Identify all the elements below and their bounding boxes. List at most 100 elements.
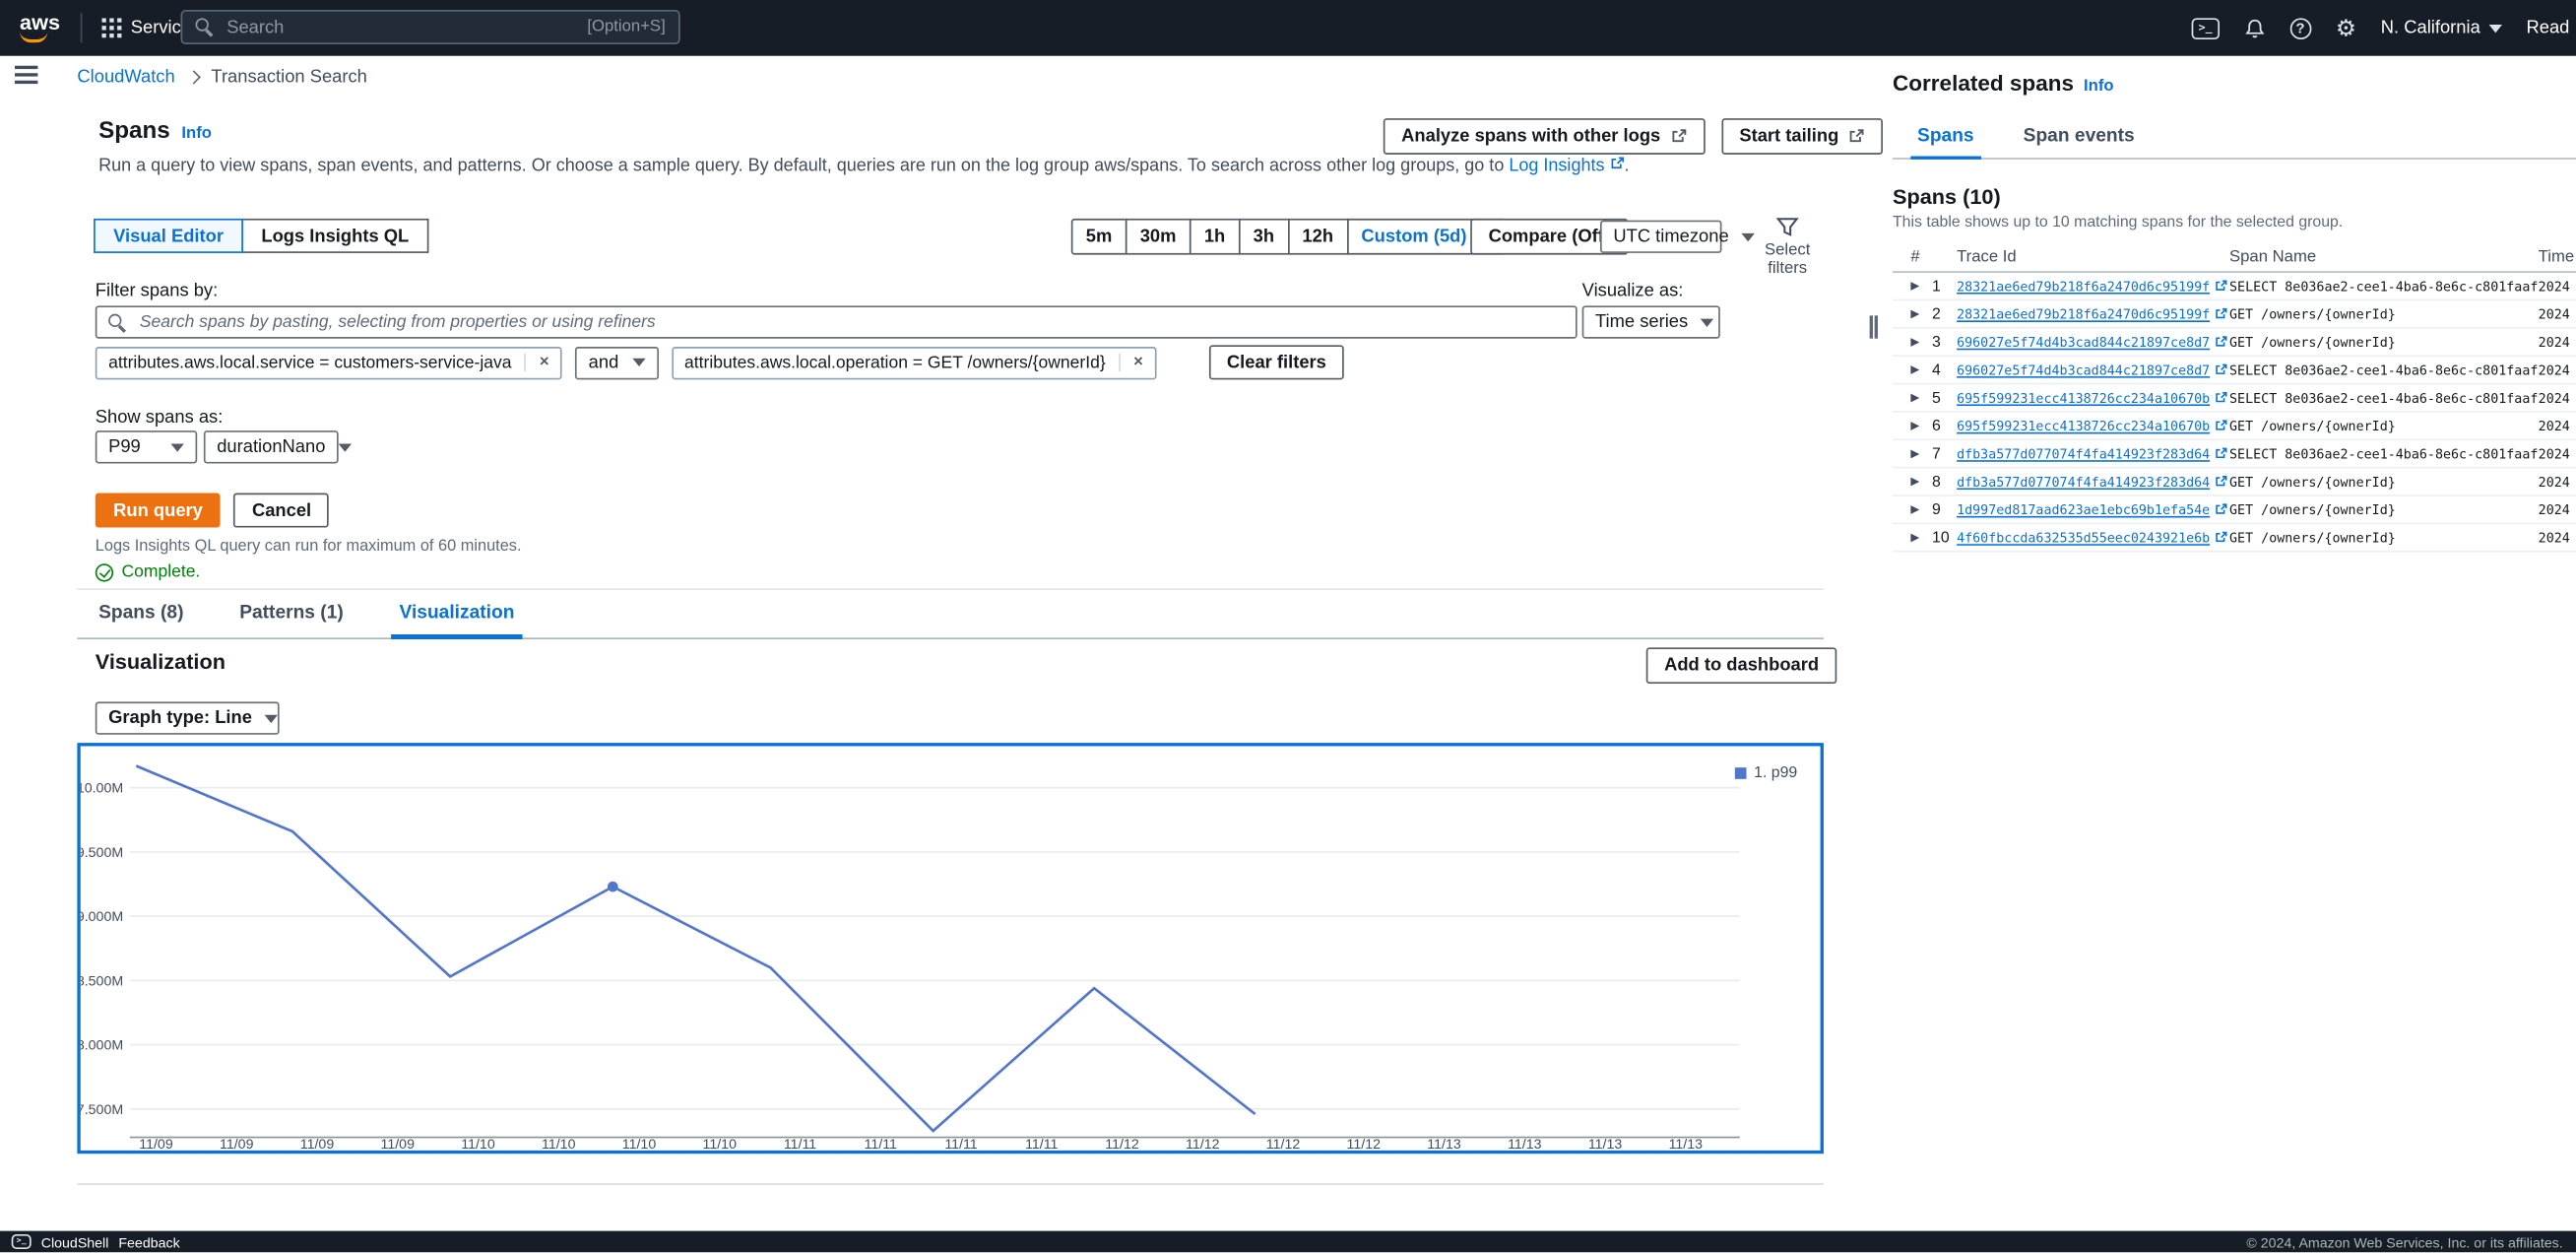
- cloudshell-icon[interactable]: >_: [2192, 18, 2219, 39]
- trace-id-link[interactable]: dfb3a577d077074f4fa414923f283d64: [1957, 446, 2229, 461]
- expand-row-icon[interactable]: ▶: [1910, 335, 1932, 348]
- timezone-select[interactable]: UTC timezone: [1600, 221, 1721, 253]
- cloudshell-icon[interactable]: >_: [12, 1234, 32, 1249]
- feedback-link[interactable]: Feedback: [118, 1233, 179, 1250]
- expand-row-icon[interactable]: ▶: [1910, 363, 1932, 376]
- hamburger-menu-icon[interactable]: [15, 66, 37, 69]
- trace-id-link[interactable]: 28321ae6ed79b218f6a2470d6c95199f: [1957, 306, 2229, 321]
- clear-filters-button[interactable]: Clear filters: [1209, 345, 1345, 379]
- span-name: GET /owners/{ownerId}: [2229, 530, 2539, 545]
- breadcrumb: CloudWatch Transaction Search: [77, 67, 366, 87]
- console-search[interactable]: [Option+S]: [181, 10, 680, 44]
- correlated-spans-header: Correlated spans Info: [1893, 71, 2114, 96]
- correlated-tabs: Spans Span events: [1893, 118, 2576, 160]
- remove-filter-icon[interactable]: ×: [1119, 354, 1143, 371]
- correlated-spans-table: # Trace Id Span Name Time ▶128321ae6ed79…: [1893, 243, 2576, 553]
- trace-id-link[interactable]: 696027e5f74d4b3cad844c21897ce8d7: [1957, 335, 2229, 350]
- external-link-icon: [2215, 363, 2227, 376]
- column-trace-id[interactable]: Trace Id: [1957, 248, 2229, 266]
- svg-text:11/12: 11/12: [1105, 1137, 1139, 1151]
- aws-logo[interactable]: aws: [20, 14, 60, 41]
- account-menu[interactable]: Read: [2527, 18, 2570, 37]
- time-range-5m[interactable]: 5m: [1071, 219, 1127, 255]
- trace-id-link[interactable]: 695f599231ecc4138726cc234a10670b: [1957, 419, 2229, 433]
- chevron-down-icon: [632, 359, 645, 366]
- region-selector[interactable]: N. California: [2381, 18, 2502, 37]
- tab-patterns-1-[interactable]: Patterns (1): [231, 593, 352, 639]
- trace-id-link[interactable]: 4f60fbccda632535d55eec0243921e6b: [1957, 530, 2229, 545]
- notifications-bell-icon[interactable]: [2243, 18, 2265, 39]
- correlated-info-link[interactable]: Info: [2084, 77, 2114, 95]
- header-right-cluster: >_ ? ⚙ N. California Read: [2192, 0, 2576, 56]
- tab-spans-8-[interactable]: Spans (8): [91, 593, 192, 639]
- filter-chips-row: attributes.aws.local.service = customers…: [96, 345, 1344, 379]
- settings-gear-icon[interactable]: ⚙: [2336, 17, 2356, 39]
- help-icon[interactable]: ?: [2289, 18, 2311, 39]
- trace-id-link[interactable]: 696027e5f74d4b3cad844c21897ce8d7: [1957, 363, 2229, 377]
- visualize-as-select[interactable]: Time series: [1582, 305, 1720, 338]
- page-title: Spans: [98, 118, 170, 145]
- divider: [77, 1183, 1824, 1185]
- tab-logs-insights-ql[interactable]: Logs Insights QL: [241, 219, 428, 253]
- trace-id-link[interactable]: 695f599231ecc4138726cc234a10670b: [1957, 390, 2229, 405]
- column-span-name[interactable]: Span Name: [2229, 248, 2539, 266]
- filter-chip-service[interactable]: attributes.aws.local.service = customers…: [96, 346, 562, 378]
- svg-text:11/11: 11/11: [944, 1137, 977, 1151]
- external-link-icon: [2215, 447, 2227, 460]
- field-select[interactable]: durationNano: [204, 430, 339, 463]
- cloudshell-link[interactable]: CloudShell: [41, 1233, 109, 1250]
- filter-operator-select[interactable]: and: [575, 346, 658, 378]
- breadcrumb-current: Transaction Search: [211, 67, 366, 87]
- select-filters-button[interactable]: Select filters: [1755, 216, 1821, 278]
- legend-swatch: [1734, 767, 1746, 779]
- chart-legend[interactable]: 1. p99: [1734, 764, 1797, 782]
- trace-id-link[interactable]: 1d997ed817aad623ae1ebc69b1efa54e: [1957, 502, 2229, 517]
- column-number[interactable]: #: [1910, 248, 1957, 266]
- row-number: 10: [1932, 528, 1957, 546]
- expand-row-icon[interactable]: ▶: [1910, 475, 1932, 488]
- search-input[interactable]: [224, 16, 587, 38]
- svg-text:8.500M: 8.500M: [81, 973, 123, 989]
- filter-spans-input[interactable]: [136, 310, 1564, 333]
- expand-row-icon[interactable]: ▶: [1910, 419, 1932, 431]
- tab-visual-editor[interactable]: Visual Editor: [94, 219, 243, 253]
- expand-row-icon[interactable]: ▶: [1910, 447, 1932, 460]
- cancel-button[interactable]: Cancel: [234, 494, 330, 528]
- breadcrumb-cloudwatch-link[interactable]: CloudWatch: [77, 67, 174, 87]
- time-range-30m[interactable]: 30m: [1126, 219, 1191, 255]
- span-time: 2024: [2539, 279, 2576, 294]
- tab-span-events[interactable]: Span events: [2017, 118, 2141, 160]
- tab-visualization[interactable]: Visualization: [391, 593, 523, 639]
- spans-chart-card[interactable]: 10.00M9.500M9.000M8.500M8.000M7.500M11/0…: [77, 743, 1824, 1154]
- graph-type-select[interactable]: Graph type: Line: [96, 701, 280, 734]
- expand-row-icon[interactable]: ▶: [1910, 307, 1932, 320]
- log-insights-link[interactable]: Log Insights: [1509, 156, 1624, 175]
- expand-row-icon[interactable]: ▶: [1910, 280, 1932, 293]
- trace-id-link[interactable]: dfb3a577d077074f4fa414923f283d64: [1957, 474, 2229, 489]
- panel-resize-handle[interactable]: [1870, 315, 1878, 338]
- start-tailing-button[interactable]: Start tailing: [1721, 118, 1883, 155]
- expand-row-icon[interactable]: ▶: [1910, 391, 1932, 404]
- run-query-button[interactable]: Run query: [96, 494, 221, 528]
- trace-id-link[interactable]: 28321ae6ed79b218f6a2470d6c95199f: [1957, 279, 2229, 294]
- row-number: 8: [1932, 473, 1957, 491]
- spans-header-actions: Analyze spans with other logs Start tail…: [1384, 118, 1884, 155]
- expand-row-icon[interactable]: ▶: [1910, 503, 1932, 516]
- time-range-3h[interactable]: 3h: [1239, 219, 1289, 255]
- remove-filter-icon[interactable]: ×: [525, 354, 549, 371]
- svg-text:11/09: 11/09: [139, 1137, 173, 1151]
- row-number: 9: [1932, 500, 1957, 518]
- add-to-dashboard-button[interactable]: Add to dashboard: [1646, 647, 1837, 684]
- time-range-1h[interactable]: 1h: [1190, 219, 1240, 255]
- metric-select[interactable]: P99: [96, 430, 197, 463]
- expand-row-icon[interactable]: ▶: [1910, 531, 1932, 544]
- tab-spans[interactable]: Spans: [1910, 118, 1980, 160]
- column-time[interactable]: Time: [2539, 248, 2576, 266]
- analyze-spans-button[interactable]: Analyze spans with other logs: [1384, 118, 1706, 155]
- svg-text:11/10: 11/10: [461, 1137, 495, 1151]
- svg-text:7.500M: 7.500M: [81, 1102, 123, 1118]
- filter-chip-operation[interactable]: attributes.aws.local.operation = GET /ow…: [672, 346, 1156, 378]
- time-range-12h[interactable]: 12h: [1287, 219, 1348, 255]
- spans-info-link[interactable]: Info: [181, 125, 212, 143]
- spans-chart: 10.00M9.500M9.000M8.500M8.000M7.500M11/0…: [81, 746, 1821, 1150]
